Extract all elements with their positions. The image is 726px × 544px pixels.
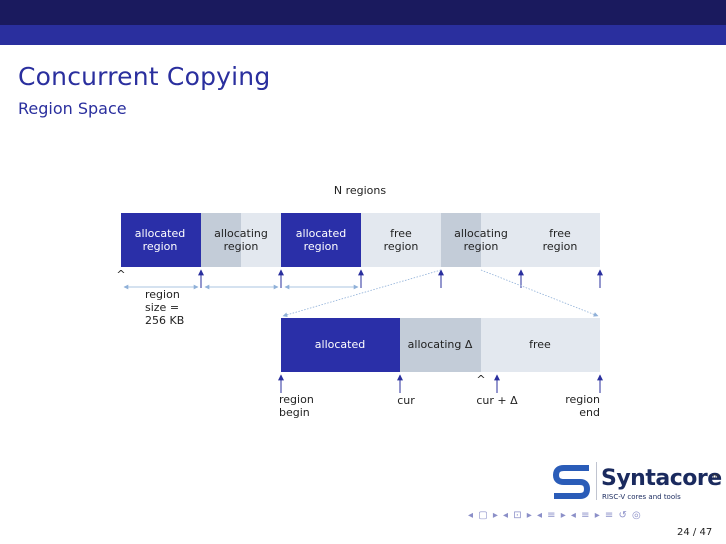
page-number: 24 / 47 — [677, 527, 713, 538]
region-label-2b: region — [224, 240, 259, 253]
region-label-1b: region — [143, 240, 178, 253]
logo-separator — [596, 462, 597, 500]
region-label-4b: region — [384, 240, 419, 253]
detail-free-label: free — [529, 338, 551, 351]
zoom-line-left — [282, 269, 442, 318]
region-label-5a: allocating — [454, 227, 508, 240]
zoom-line-right — [480, 269, 599, 317]
label-region-begin-2: begin — [279, 406, 310, 419]
detail-allocated-label: allocated — [315, 338, 365, 351]
label-region-begin-1: region — [279, 393, 314, 406]
region-label-6b: region — [543, 240, 578, 253]
logo-tagline: RISC-V cores and tools — [602, 493, 681, 501]
region-free-2 — [481, 213, 600, 267]
caret-detail: ^ — [476, 373, 485, 386]
region-size-line-2: size = — [145, 301, 179, 314]
region-label-3a: allocated — [296, 227, 346, 240]
region-size-line-3: 256 KB — [145, 314, 184, 327]
n-regions-label: N regions — [334, 184, 387, 197]
beamer-navigation[interactable]: ◂ ▢ ▸ ◂ ⊡ ▸ ◂ ≡ ▸ ◂ ≡ ▸ ≡ ↺ ◎ — [468, 510, 642, 521]
detail-allocating-label: allocating Δ — [408, 338, 473, 351]
region-label-3b: region — [304, 240, 339, 253]
caret-left: ^ — [116, 268, 125, 281]
region-label-6a: free — [549, 227, 571, 240]
region-size-line-1: region — [145, 288, 180, 301]
label-region-end-1: region — [565, 393, 600, 406]
region-label-1a: allocated — [135, 227, 185, 240]
region-label-4a: free — [390, 227, 412, 240]
region-label-2a: allocating — [214, 227, 268, 240]
syntacore-logo-mark — [552, 465, 591, 499]
label-cur-plus: cur + Δ — [476, 394, 518, 407]
label-region-end-2: end — [579, 406, 600, 419]
logo-trademark: TM — [712, 474, 720, 480]
logo-name: Syntacore — [601, 466, 722, 491]
label-cur: cur — [397, 394, 415, 407]
syntacore-logo: Syntacore TM RISC-V cores and tools — [550, 460, 722, 505]
region-label-5b: region — [464, 240, 499, 253]
